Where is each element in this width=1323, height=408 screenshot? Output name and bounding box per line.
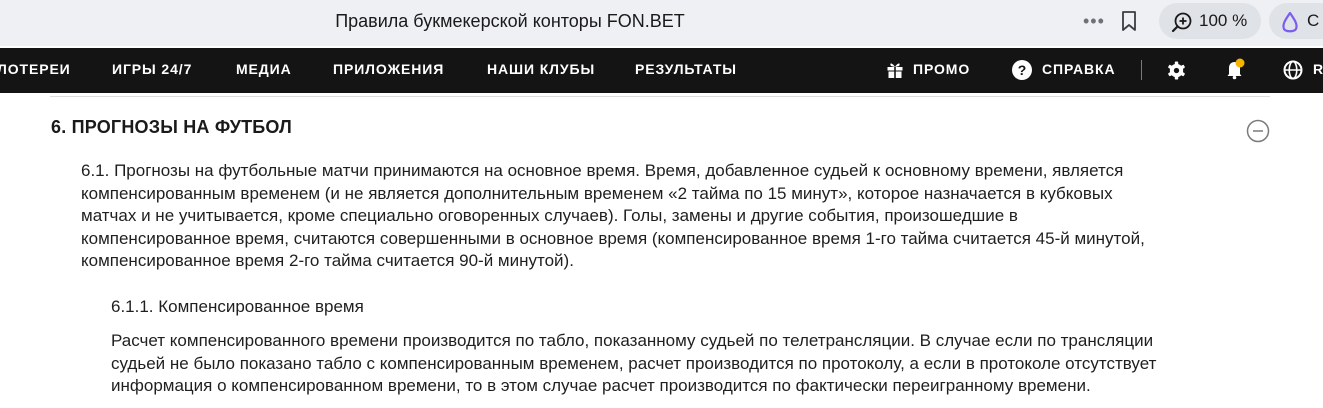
- help-label: СПРАВКА: [1042, 61, 1116, 77]
- nav-item-clubs[interactable]: НАШИ КЛУБЫ: [487, 48, 595, 93]
- nav-divider: [1141, 60, 1142, 80]
- zoom-control[interactable]: 100 %: [1159, 3, 1261, 39]
- zoom-level: 100 %: [1199, 11, 1248, 30]
- zoom-in-icon: [1171, 12, 1192, 33]
- nav-item-games[interactable]: ИГРЫ 24/7: [112, 48, 192, 93]
- nav-item-results[interactable]: РЕЗУЛЬТАТЫ: [635, 48, 737, 93]
- nav-item-media[interactable]: МЕДИА: [236, 48, 292, 93]
- alice-label: С: [1307, 11, 1320, 30]
- notifications-bell-icon[interactable]: [1224, 57, 1248, 81]
- gift-icon: [887, 63, 903, 78]
- paragraph-line: компенсированное время, считаются соверш…: [81, 228, 1145, 248]
- collapse-minus-icon[interactable]: [1246, 119, 1270, 143]
- svg-text:?: ?: [1018, 62, 1027, 78]
- browser-page-title: Правила букмекерской конторы FON.BET: [335, 11, 685, 31]
- paragraph-line: информация о компенсированном времени, т…: [111, 376, 1091, 395]
- promo-label: ПРОМО: [913, 61, 971, 77]
- settings-gear-icon[interactable]: [1167, 61, 1186, 80]
- alice-icon: [1282, 11, 1298, 33]
- browser-toolbar: Правила букмекерской конторы FON.BET •••…: [0, 0, 1323, 46]
- site-navigation: ЛОТЕРЕИ ИГРЫ 24/7 МЕДИА ПРИЛОЖЕНИЯ НАШИ …: [0, 48, 1323, 93]
- nav-item-lotteries[interactable]: ЛОТЕРЕИ: [0, 48, 71, 93]
- paragraph-line: судьей не было показано табло с компенси…: [111, 353, 1157, 373]
- section-title[interactable]: 6. ПРОГНОЗЫ НА ФУТБОЛ: [51, 117, 292, 138]
- language-label: R: [1313, 61, 1323, 77]
- paragraph-line: Расчет компенсированного времени произво…: [111, 331, 1154, 350]
- globe-icon: [1283, 60, 1303, 80]
- alice-assistant-button[interactable]: С: [1269, 3, 1323, 39]
- nav-item-apps[interactable]: ПРИЛОЖЕНИЯ: [333, 48, 444, 93]
- paragraph-line: компенсированным временем (и не является…: [81, 183, 1113, 203]
- paragraph-line: компенсированное время 2-го тайма считае…: [81, 251, 574, 270]
- help-icon: ?: [1012, 60, 1032, 80]
- bookmark-icon[interactable]: [1117, 9, 1141, 33]
- paragraph-line: 6.1. Прогнозы на футбольные матчи приним…: [81, 161, 1124, 180]
- subsection-title: 6.1.1. Компенсированное время: [111, 297, 364, 316]
- paragraph-line: матчах и не учитывается, кроме специальн…: [81, 206, 1018, 225]
- more-options-icon[interactable]: •••: [1083, 10, 1107, 32]
- content-divider: [50, 96, 1270, 97]
